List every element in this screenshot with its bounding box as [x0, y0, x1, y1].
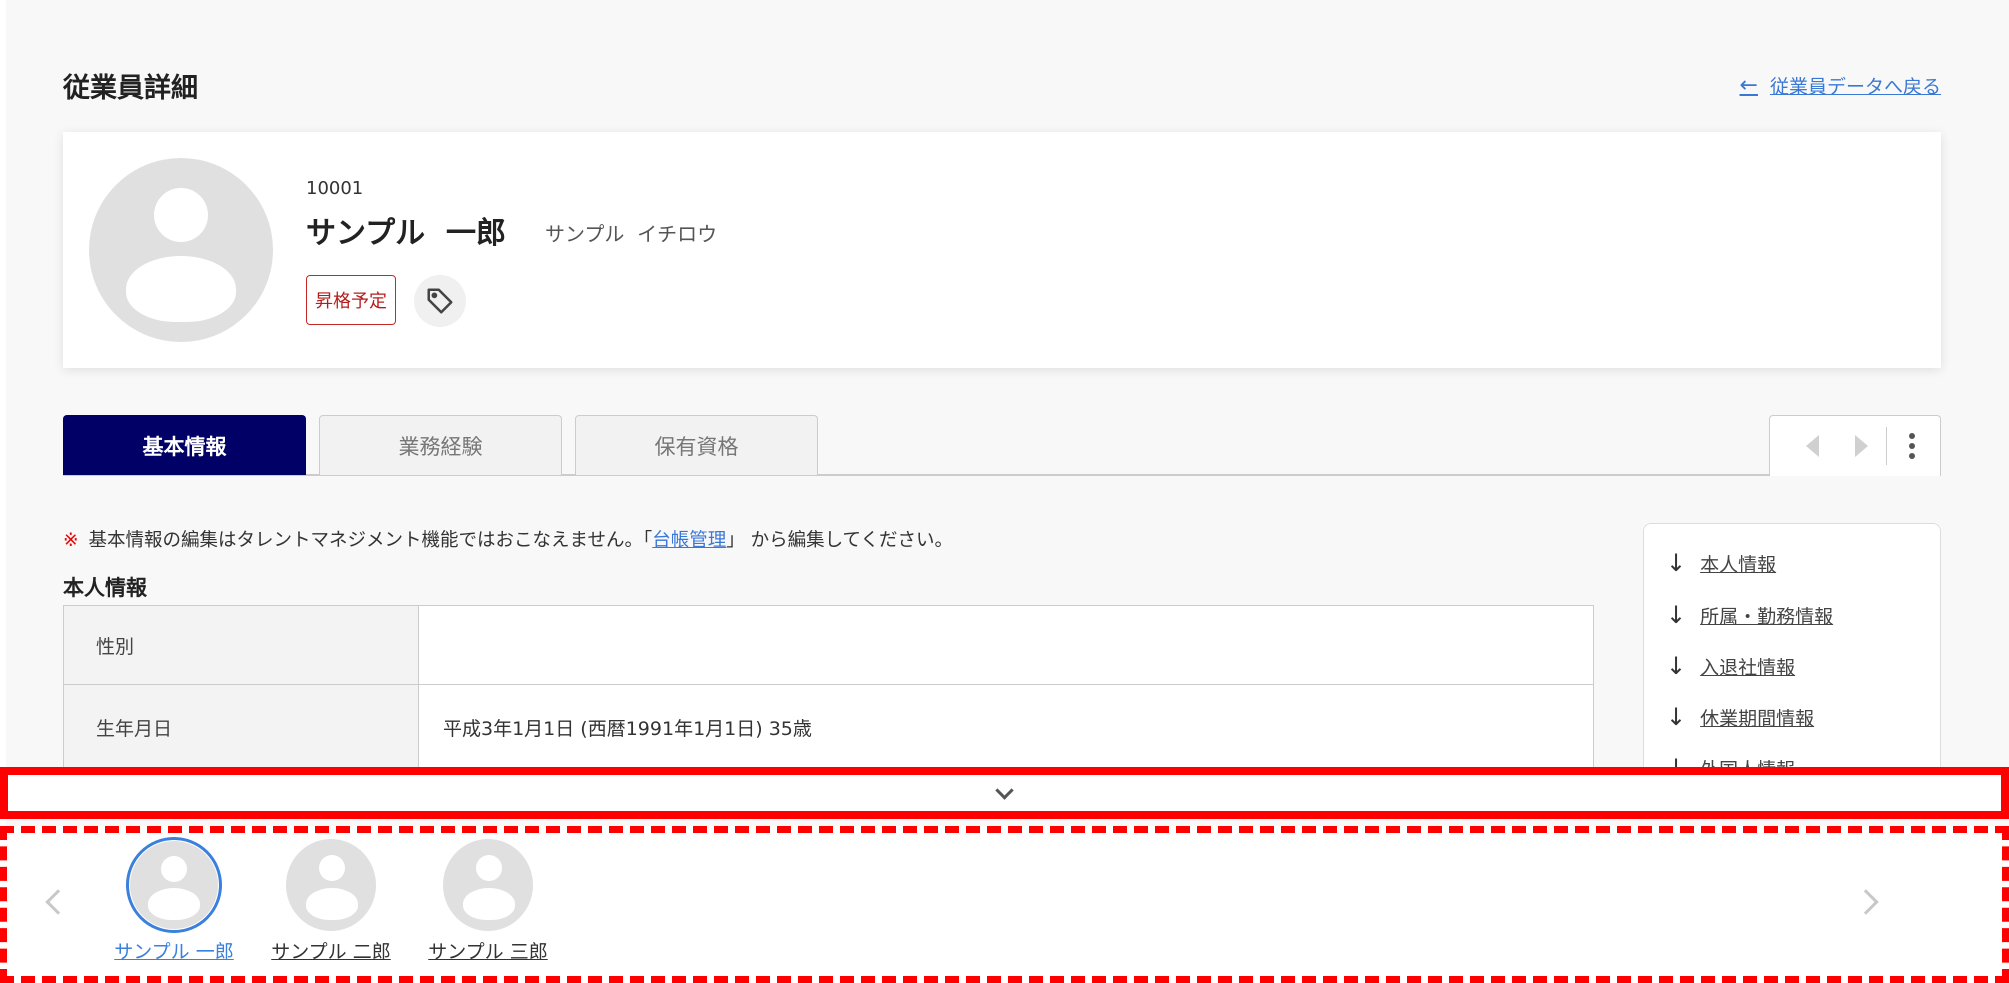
notice-text-end: 」 から編集してください。	[726, 530, 954, 551]
employee-name: サンプル 一郎	[306, 216, 506, 251]
chevron-down-icon	[995, 780, 1014, 800]
tab-qualifications[interactable]: 保有資格	[575, 415, 818, 475]
notice-mark: ※	[63, 530, 79, 551]
arrow-left-icon: ←	[1739, 73, 1758, 98]
divider	[1886, 427, 1887, 465]
collapse-toggle-button[interactable]	[0, 767, 2009, 819]
nav-label: 休業期間情報	[1700, 707, 1815, 730]
profile-card: 10001 サンプル 一郎 サンプル イチロウ 昇格予定	[63, 132, 1941, 368]
arrow-down-icon: ↓	[1666, 754, 1686, 767]
tab-bar: 基本情報 業務経験 保有資格	[63, 415, 1941, 476]
nav-label: 所属・勤務情報	[1700, 605, 1834, 628]
page-title: 従業員詳細	[63, 73, 198, 104]
arrow-down-icon: ↓	[1666, 601, 1687, 629]
tab-next-button[interactable]	[1855, 435, 1868, 457]
status-badge: 昇格予定	[306, 275, 396, 325]
personal-info-table: 性別 生年月日 平成3年1月1日 (西暦1991年1月1日) 35歳	[63, 605, 1594, 767]
row-label: 生年月日	[63, 684, 419, 767]
carousel-next-button[interactable]	[1853, 889, 1879, 915]
nav-label: 外国人情報	[1700, 755, 1795, 768]
row-label: 性別	[63, 605, 419, 685]
employee-name-link: サンプル 二郎	[271, 941, 391, 963]
avatar	[286, 839, 376, 931]
tag-icon	[427, 288, 453, 314]
employee-name-link: サンプル 一郎	[114, 941, 234, 963]
arrow-down-icon: ↓	[1666, 652, 1687, 680]
carousel-prev-button[interactable]	[45, 889, 71, 915]
back-to-employee-data-link[interactable]: ← 従業員データへ戻る	[1740, 72, 1941, 99]
row-value: 平成3年1月1日 (西暦1991年1月1日) 35歳	[418, 684, 1594, 767]
employee-carousel: サンプル 一郎 サンプル 二郎 サンプル 三郎	[0, 826, 2009, 983]
section-nav-item[interactable]: ↓ 入退社情報	[1666, 652, 1795, 680]
avatar	[89, 158, 273, 342]
avatar	[443, 839, 533, 931]
section-nav-item[interactable]: ↓ 休業期間情報	[1666, 703, 1814, 731]
nav-label: 本人情報	[1700, 553, 1777, 576]
ledger-management-link[interactable]: 台帳管理	[652, 530, 726, 551]
tab-basic-info[interactable]: 基本情報	[63, 415, 306, 475]
carousel-employee[interactable]: サンプル 一郎	[94, 837, 254, 964]
row-value	[418, 605, 1594, 685]
arrow-down-icon: ↓	[1666, 703, 1687, 731]
nav-label: 入退社情報	[1700, 656, 1796, 679]
employee-name-link: サンプル 三郎	[428, 941, 548, 963]
table-row: 生年月日 平成3年1月1日 (西暦1991年1月1日) 35歳	[63, 684, 1594, 767]
carousel-employee[interactable]: サンプル 三郎	[408, 837, 568, 964]
section-title: 本人情報	[63, 576, 147, 600]
arrow-down-icon: ↓	[1666, 549, 1687, 577]
tag-button[interactable]	[414, 275, 466, 327]
section-nav-item[interactable]: ↓ 所属・勤務情報	[1666, 601, 1833, 629]
tab-navigation	[1769, 415, 1941, 476]
employee-id: 10001	[306, 178, 364, 199]
section-nav-item[interactable]: ↓ 外国人情報	[1666, 754, 1795, 767]
tab-work-experience[interactable]: 業務経験	[319, 415, 562, 475]
section-nav: ↓ 本人情報 ↓ 所属・勤務情報 ↓ 入退社情報 ↓ 休業期間情報 ↓ 外国人情報	[1643, 523, 1941, 767]
back-link-label: 従業員データへ戻る	[1769, 76, 1941, 98]
avatar	[130, 841, 218, 929]
table-row: 性別	[63, 605, 1594, 685]
carousel-employee[interactable]: サンプル 二郎	[251, 837, 411, 964]
tab-prev-button[interactable]	[1806, 435, 1819, 457]
employee-kana: サンプル イチロウ	[545, 222, 718, 246]
main-content: 従業員詳細 ← 従業員データへ戻る 10001 サンプル 一郎 サンプル イチロウ…	[0, 0, 2009, 767]
section-nav-item[interactable]: ↓ 本人情報	[1666, 549, 1776, 577]
more-menu-icon[interactable]	[1909, 433, 1915, 459]
notice-text: 基本情報の編集はタレントマネジメント機能ではおこなえません。「	[88, 530, 653, 551]
edit-notice: ※ 基本情報の編集はタレントマネジメント機能ではおこなえません。「台帳管理」 から…	[63, 526, 953, 552]
